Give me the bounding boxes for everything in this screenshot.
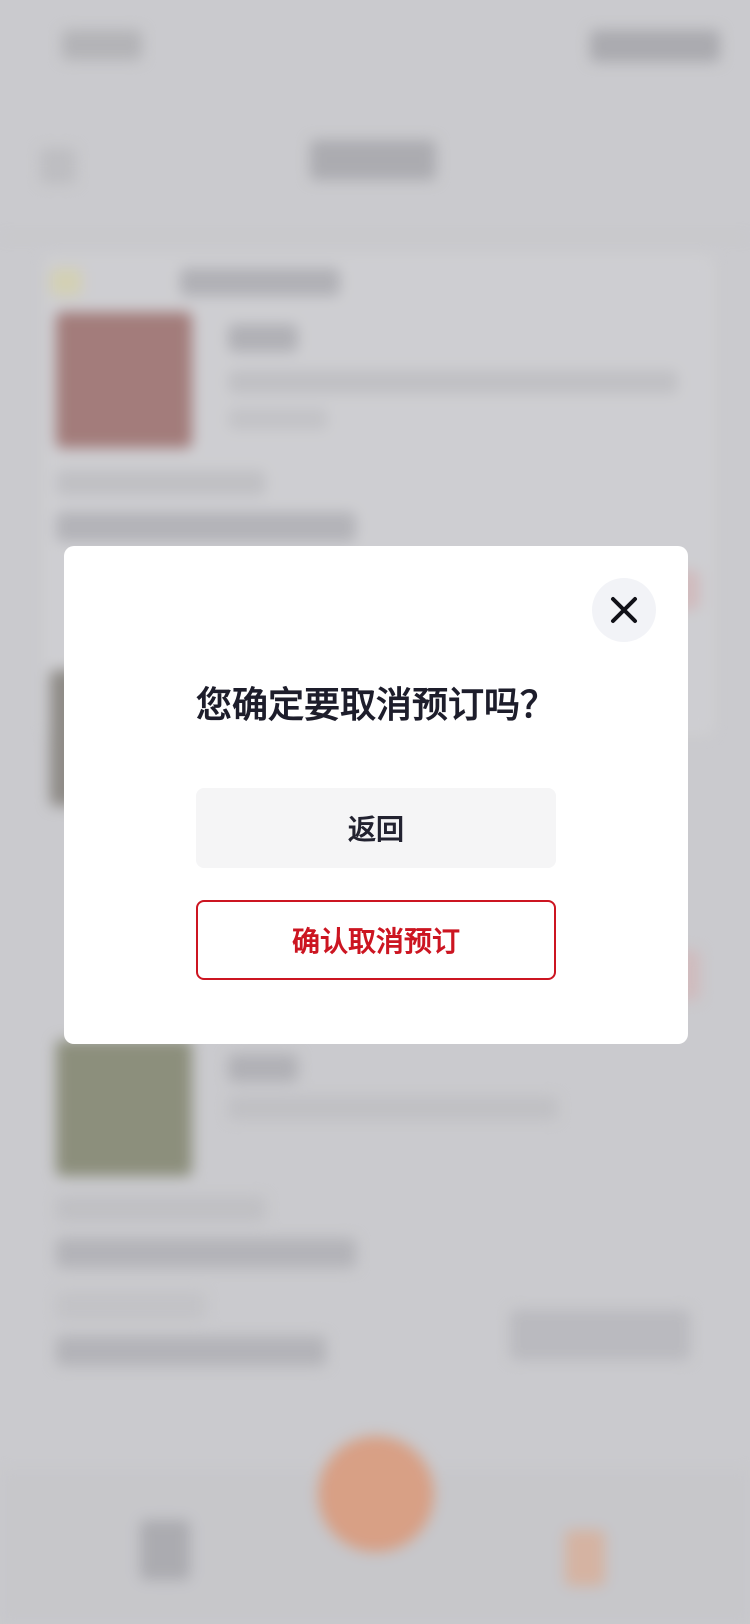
dialog-title: 您确定要取消预订吗？ [195,685,556,726]
confirm-cancel-button[interactable]: 确认取消预订 [196,900,556,980]
back-button[interactable]: 返回 [196,788,556,868]
close-icon [611,597,637,623]
cancel-booking-dialog: 您确定要取消预订吗？ 返回 确认取消预订 [64,546,688,1044]
close-button[interactable] [592,578,656,642]
